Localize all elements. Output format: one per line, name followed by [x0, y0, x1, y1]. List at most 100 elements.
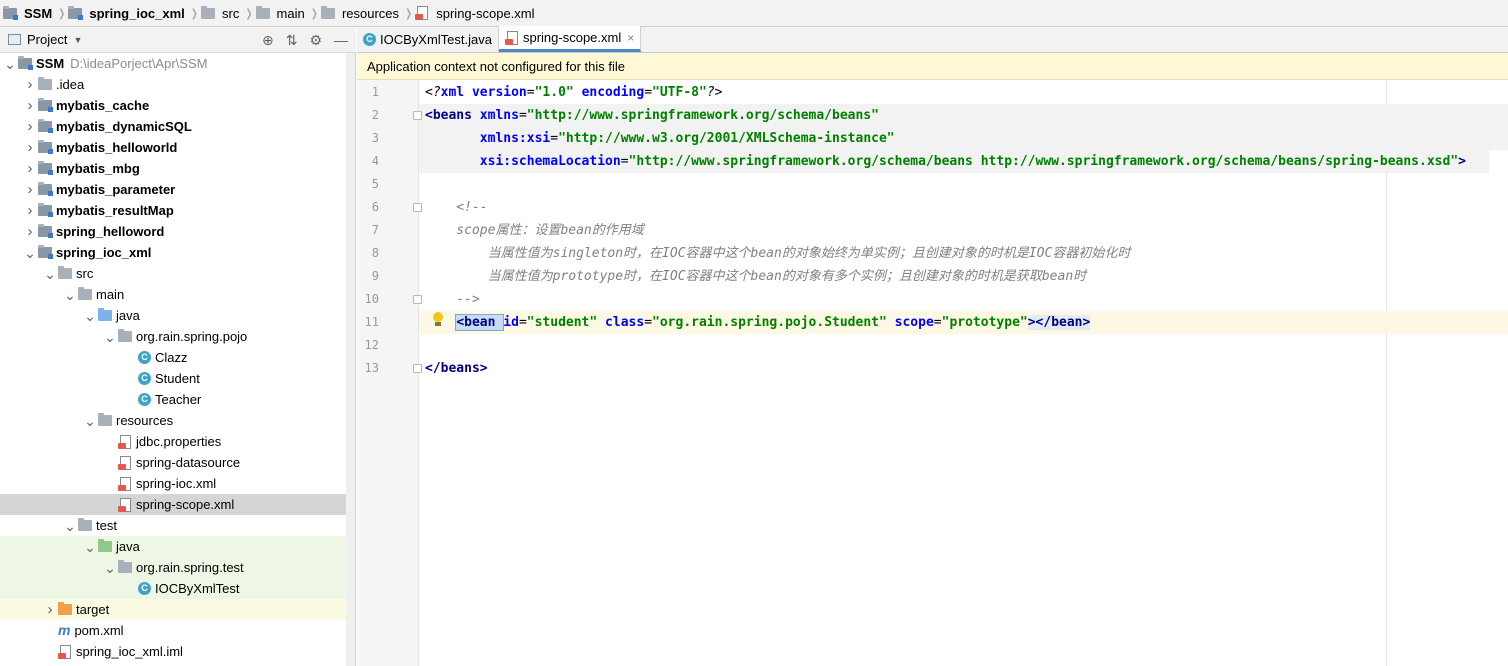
tree-item[interactable]: ⌄ resources — [0, 410, 346, 431]
module-folder-icon — [38, 224, 53, 238]
chevron-down-icon[interactable]: ⌄ — [62, 518, 78, 534]
package-icon — [118, 329, 132, 342]
minimize-icon[interactable]: — — [334, 32, 348, 48]
breadcrumb-item[interactable]: main ❭ — [255, 0, 321, 27]
tree-item[interactable]: › mybatis_mbg — [0, 158, 346, 179]
chevron-right-icon[interactable]: › — [22, 181, 38, 198]
fold-close-icon[interactable] — [413, 295, 422, 304]
tree-item[interactable]: ⌄ test — [0, 515, 346, 536]
code-line[interactable]: <beans xmlns="http://www.springframework… — [425, 104, 879, 127]
module-folder-icon — [38, 98, 53, 112]
chevron-down-icon[interactable]: ⌄ — [22, 245, 38, 261]
breadcrumb-item[interactable]: SSM ❭ — [3, 0, 68, 27]
code-line[interactable]: --> — [425, 288, 480, 311]
tree-item[interactable]: m pom.xml — [0, 620, 346, 641]
code-line[interactable]: <?xml version="1.0" encoding="UTF-8"?> — [425, 81, 722, 104]
tree-item-label: SSM — [36, 56, 65, 71]
package-icon — [118, 560, 132, 573]
code-token: xmlns — [479, 108, 519, 123]
tree-item[interactable]: C Student — [0, 368, 346, 389]
chevron-down-icon[interactable]: ⌄ — [62, 287, 78, 303]
breadcrumb-item[interactable]: spring_ioc_xml ❭ — [68, 0, 201, 27]
chevron-down-icon[interactable]: ⌄ — [102, 329, 118, 345]
tree-item[interactable]: ⌄ java — [0, 305, 346, 326]
tree-item-label: test — [96, 518, 117, 533]
tree-item[interactable]: › mybatis_parameter — [0, 179, 346, 200]
line-number: 6 — [371, 200, 379, 214]
tree-item[interactable]: spring-datasource — [0, 452, 346, 473]
chevron-right-icon[interactable]: › — [22, 118, 38, 135]
close-icon[interactable]: × — [627, 31, 634, 45]
module-folder-icon — [68, 5, 84, 20]
tree-item[interactable]: › .idea — [0, 74, 346, 95]
tree-item[interactable]: ⌄ main — [0, 284, 346, 305]
tree-item[interactable]: C Teacher — [0, 389, 346, 410]
chevron-down-icon[interactable]: ⌄ — [2, 56, 18, 72]
code-line[interactable]: scope属性：设置bean的作用域 — [425, 219, 643, 242]
tree-item[interactable]: spring-scope.xml — [0, 494, 346, 515]
collapse-icon[interactable]: ⇅ — [286, 32, 298, 49]
chevron-down-icon[interactable]: ⌄ — [42, 266, 58, 282]
tree-item[interactable]: ⌄ java — [0, 536, 346, 557]
tree-item[interactable]: C IOCByXmlTest — [0, 578, 346, 599]
tree-item[interactable]: ⌄ org.rain.spring.test — [0, 557, 346, 578]
folder-icon — [320, 5, 335, 19]
breadcrumb-item[interactable]: spring-scope.xml — [415, 0, 537, 27]
intention-bulb-icon[interactable] — [432, 312, 444, 328]
tree-item[interactable]: spring-ioc.xml — [0, 473, 346, 494]
code-line[interactable]: </beans> — [425, 357, 488, 380]
tree-item[interactable]: ⌄ spring_ioc_xml — [0, 242, 346, 263]
chevron-right-icon[interactable]: › — [22, 97, 38, 114]
chevron-right-icon[interactable]: › — [22, 223, 38, 240]
fold-open-icon[interactable] — [413, 111, 422, 120]
chevron-right-icon[interactable]: › — [22, 160, 38, 177]
tree-item-label: main — [96, 287, 125, 302]
tree-item[interactable]: › mybatis_cache — [0, 95, 346, 116]
breadcrumb-item[interactable]: src ❭ — [200, 0, 256, 27]
tree-item[interactable]: › mybatis_dynamicSQL — [0, 116, 346, 137]
tree-item[interactable]: spring_ioc_xml.iml — [0, 641, 346, 662]
chevron-down-icon[interactable]: ⌄ — [102, 560, 118, 576]
target-icon[interactable]: ⊕ — [262, 32, 274, 49]
chevron-right-icon[interactable]: › — [42, 601, 58, 618]
editor-tab[interactable]: C IOCByXmlTest.java — [357, 27, 499, 52]
chevron-right-icon[interactable]: › — [22, 76, 38, 93]
iml-file-icon — [58, 644, 72, 659]
tree-item[interactable]: jdbc.properties — [0, 431, 346, 452]
tree-item[interactable]: › mybatis_resultMap — [0, 200, 346, 221]
gear-icon[interactable]: ⚙ — [309, 32, 322, 49]
project-panel-title[interactable]: Project — [27, 32, 67, 47]
code-line[interactable]: xmlns:xsi="http://www.w3.org/2001/XMLSch… — [425, 127, 895, 150]
context-banner[interactable]: Application context not configured for t… — [357, 53, 1508, 80]
line-number: 4 — [371, 154, 379, 168]
tree-item[interactable]: ⌄ org.rain.spring.pojo — [0, 326, 346, 347]
tree-item[interactable]: ⌄ src — [0, 263, 346, 284]
fold-close-icon[interactable] — [413, 364, 422, 373]
code-line[interactable]: <bean id="student" class="org.rain.sprin… — [425, 311, 1091, 334]
code-line[interactable]: xsi:schemaLocation="http://www.springfra… — [425, 150, 1466, 173]
tree-item[interactable]: › mybatis_helloworld — [0, 137, 346, 158]
chevron-right-icon[interactable]: › — [22, 202, 38, 219]
tree-item[interactable]: C Clazz — [0, 347, 346, 368]
folder-icon — [255, 5, 270, 19]
editor-tab[interactable]: spring-scope.xml × — [498, 26, 642, 52]
code-line[interactable]: 当属性值为prototype时，在IOC容器中这个bean的对象有多个实例；且创… — [425, 265, 1087, 288]
breadcrumb-item[interactable]: resources ❭ — [320, 0, 415, 27]
tree-item[interactable]: › target — [0, 599, 346, 620]
line-number: 3 — [371, 131, 379, 145]
chevron-down-icon[interactable]: ⌄ — [82, 308, 98, 324]
chevron-right-icon[interactable]: › — [22, 139, 38, 156]
code-token: = — [518, 108, 527, 123]
code-token: = — [644, 85, 653, 100]
class-icon: C — [363, 33, 376, 46]
chevron-down-icon[interactable]: ▼ — [73, 35, 82, 45]
chevron-down-icon[interactable]: ⌄ — [82, 413, 98, 429]
code-line[interactable]: 当属性值为singleton时，在IOC容器中这个bean的对象始终为单实例；且… — [425, 242, 1131, 265]
project-tree-scrollbar[interactable] — [346, 53, 356, 666]
tree-item[interactable]: › spring_helloword — [0, 221, 346, 242]
fold-open-icon[interactable] — [413, 203, 422, 212]
code-line[interactable]: <!-- — [425, 196, 487, 219]
tree-item[interactable]: ⌄ SSM D:\ideaPorject\Apr\SSM — [0, 53, 346, 74]
chevron-down-icon[interactable]: ⌄ — [82, 539, 98, 555]
